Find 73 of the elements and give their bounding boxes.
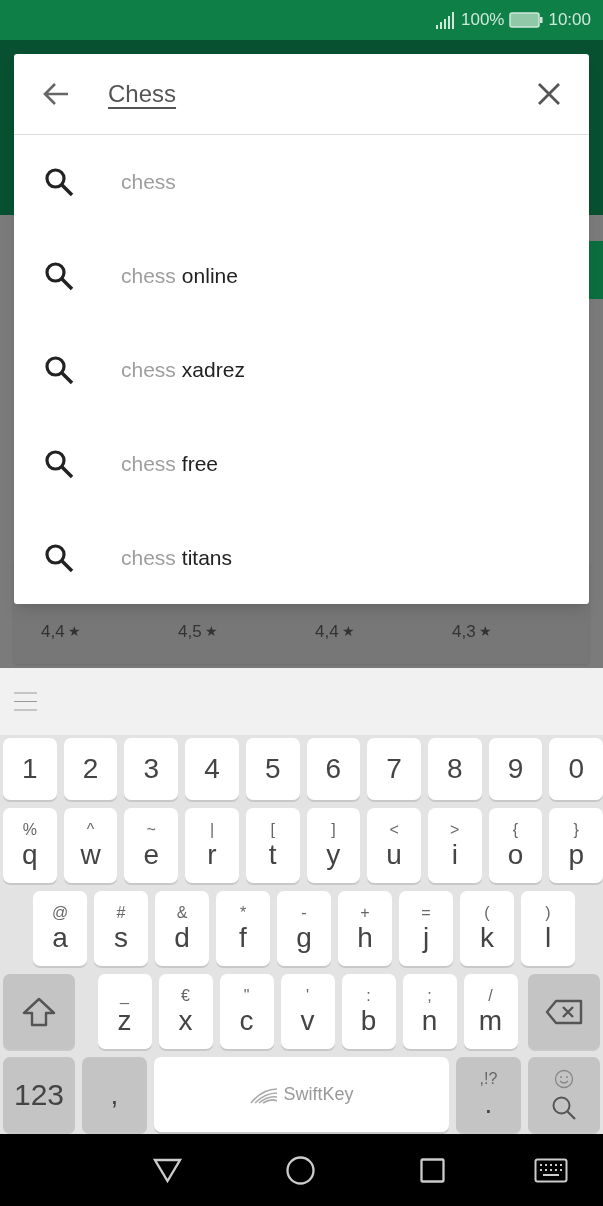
clock: 10:00 <box>548 9 591 32</box>
keyboard-key[interactable]: % q <box>3 808 57 883</box>
keyboard-key[interactable]: # s <box>94 891 148 966</box>
keyboard-key[interactable]: [ t <box>245 808 300 883</box>
smiley-icon <box>554 1068 574 1089</box>
battery-icon <box>509 12 544 28</box>
keyboard-key[interactable]: < u <box>367 808 421 883</box>
keyboard-key[interactable]: { o <box>488 808 543 883</box>
rating-value: 4,4 <box>315 620 339 643</box>
recents-icon[interactable] <box>420 1157 445 1183</box>
keyboard-key[interactable]: 0 <box>549 738 603 800</box>
backspace-key[interactable] <box>528 974 600 1049</box>
home-icon[interactable] <box>286 1155 315 1185</box>
search-icon <box>44 543 74 573</box>
keyboard-key[interactable]: } p <box>549 808 603 883</box>
search-field[interactable]: Chess <box>108 76 177 112</box>
star-icon: ★ <box>204 620 218 642</box>
keyboard-key[interactable]: > i <box>427 808 482 883</box>
keyboard-key[interactable]: ] y <box>306 808 361 883</box>
up-arrow-icon <box>22 996 56 1027</box>
back-arrow-icon[interactable] <box>43 82 69 106</box>
suggestion-item[interactable]: chess xadrez <box>14 323 589 417</box>
signal-icon <box>435 11 456 29</box>
keyboard-key[interactable]: 3 <box>124 738 179 800</box>
keyboard-key[interactable]: * f <box>216 891 270 966</box>
keyboard-key[interactable]: 5 <box>245 738 300 800</box>
battery-percent: 100% <box>460 9 505 32</box>
keyboard-key[interactable]: | r <box>185 808 239 883</box>
keyboard-key[interactable]: 2 <box>63 738 118 800</box>
keyboard-key[interactable]: 9 <box>488 738 543 800</box>
keyboard-key[interactable]: 8 <box>427 738 482 800</box>
numbers-key[interactable]: 123 <box>3 1057 75 1132</box>
keyboard-key[interactable]: ~ e <box>124 808 179 883</box>
keyboard-key[interactable]: ' v <box>280 974 335 1049</box>
suggestion-item[interactable]: chess free <box>14 417 589 511</box>
star-icon: ★ <box>341 620 355 642</box>
keyboard-key[interactable]: & d <box>155 891 209 966</box>
keyboard-key[interactable]: € x <box>158 974 213 1049</box>
keyboard-key[interactable]: 4 <box>185 738 239 800</box>
keyboard-icon[interactable] <box>534 1157 568 1183</box>
keyboard-key[interactable]: ,!? . <box>456 1057 521 1132</box>
keyboard-key[interactable]: = j <box>399 891 453 966</box>
keyboard-key[interactable]: 6 <box>306 738 361 800</box>
shift-key[interactable] <box>3 974 75 1049</box>
rating-value: 4,3 <box>452 620 476 643</box>
keyboard-key[interactable]: 1 <box>3 738 57 800</box>
rating-value: 4,4 <box>41 620 65 643</box>
star-icon: ★ <box>478 620 492 642</box>
search-icon <box>44 449 74 479</box>
keyboard-key[interactable]: ( k <box>460 891 514 966</box>
keyboard-key[interactable]: ^ w <box>63 808 118 883</box>
rating-value: 4,5 <box>178 620 202 643</box>
keyboard-key[interactable]: / m <box>463 974 518 1049</box>
suggestion-item[interactable]: chess titans <box>14 511 589 605</box>
keyboard-key[interactable]: ) l <box>521 891 575 966</box>
keyboard-key[interactable]: ; n <box>402 974 457 1049</box>
back-icon[interactable] <box>153 1157 182 1183</box>
keyboard-key[interactable]: - g <box>277 891 331 966</box>
search-icon <box>44 261 74 291</box>
search-icon <box>44 167 74 197</box>
search-icon <box>44 355 74 385</box>
keyboard-key[interactable]: , <box>82 1057 147 1132</box>
backspace-icon <box>545 998 583 1025</box>
keyboard-key[interactable]: + h <box>338 891 392 966</box>
keyboard-key[interactable]: @ a <box>33 891 87 966</box>
star-icon: ★ <box>67 620 81 642</box>
search-icon <box>551 1094 577 1121</box>
keyboard-key[interactable]: " c <box>219 974 274 1049</box>
suggestion-item[interactable]: chess online <box>14 229 589 323</box>
keyboard-key[interactable]: 7 <box>367 738 421 800</box>
close-icon[interactable] <box>537 82 561 106</box>
keyboard-key[interactable]: _ z <box>97 974 152 1049</box>
keyboard-key[interactable]: : b <box>341 974 396 1049</box>
